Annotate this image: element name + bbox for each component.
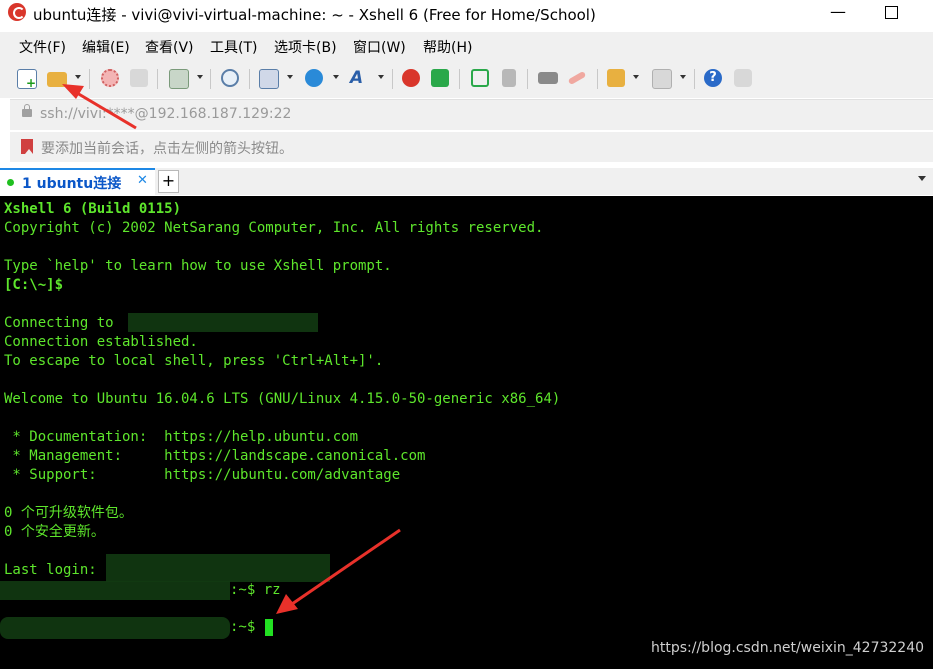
annotation-arrow-terminal <box>276 528 401 614</box>
annotation-arrows <box>62 84 401 614</box>
annotation-arrow-toolbar <box>62 84 137 130</box>
